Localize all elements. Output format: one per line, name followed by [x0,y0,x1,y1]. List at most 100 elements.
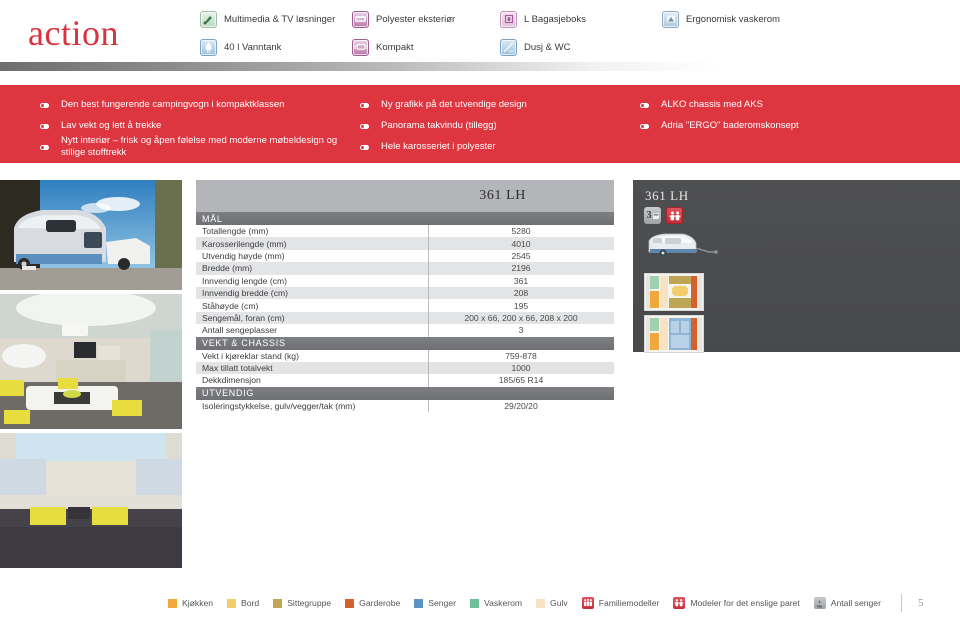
spec-value: 200 x 66, 200 x 66, 208 x 200 [464,312,578,323]
spec-value: 2545 [511,250,531,261]
header-feature-multimedia: Multimedia & TV løsninger [200,10,352,28]
svg-text:WC: WC [509,49,515,53]
spec-value: 3 [518,325,524,336]
header-feature-label: Kompakt [376,41,414,53]
spec-key: Max tillatt totalvekt [202,363,273,374]
bullet-marker-icon [640,102,649,108]
page-separator [900,594,902,612]
shower-wc-icon: WC [500,38,517,56]
header-feature-label: Polyester eksteriør [376,13,456,25]
header-feature-luggage: L Bagasjeboks [500,10,662,28]
highlight-item: Lav vekt og lett å trekke [40,115,350,136]
legend-bar: Kjøkken Bord Sittegruppe Garderobe Senge… [0,592,960,614]
caravan-silhouette-icon [643,230,723,260]
header-feature-washroom: Ergonomisk vaskerom [662,10,862,28]
table-row: Innvendig bredde (cm) 208 [196,286,614,300]
spec-key: Innvendig lengde (cm) [202,275,288,286]
spec-table: 361 LH MÅL Totallengde (mm) 5280 Karosse… [196,180,614,413]
legend-swatch [469,598,479,608]
highlight-label: Den best fungerende campingvogn i kompak… [61,98,285,110]
table-row: Ståhøyde (cm) 195 [196,299,614,312]
legend-swatch [227,598,237,608]
header-divider [0,62,960,71]
spec-value: 2196 [511,263,531,274]
highlight-label: Nytt interiør – frisk og åpen følelse me… [61,135,338,158]
brochure-page: action Multimedia & TV løsninger GFK Pol… [0,0,960,620]
legend-item-bed-count: 4 No Antall senger [813,597,881,609]
table-row: Innvendig lengde (cm) 361 [196,274,614,287]
floorplan-model-title: 361 LH [645,188,689,203]
spec-key: Ståhøyde (cm) [202,300,259,311]
highlight-item: Hele karosseriet i polyester [360,136,630,158]
spec-section-header: MÅL [196,212,614,225]
legend-label: Vaskerom [483,598,523,608]
table-row: Sengemål, foran (cm) 200 x 66, 200 x 66,… [196,311,614,325]
legend-label: Garderobe [359,598,401,608]
spec-value: 5280 [511,226,531,237]
gfk-polyester-icon: GFK [352,10,369,28]
photo-column [0,180,182,568]
spec-key: Karosserilengde (mm) [202,238,287,249]
spec-key: Bredde (mm) [202,263,253,274]
legend-item-washroom: Vaskerom [469,598,523,608]
header-feature-label: 40 l Vanntank [224,41,282,53]
spec-section-header: VEKT & CHASSIS [196,336,614,350]
header-feature-label: Ergonomisk vaskerom [686,13,780,25]
highlight-label: Ny grafikk på det utvendige design [381,98,527,110]
svg-text:GFK: GFK [356,17,365,22]
highlight-item: Panorama takvindu (tillegg) [360,115,630,136]
highlight-label: Adria "ERGO" baderomskonsept [661,119,799,131]
highlight-label: Panorama takvindu (tillegg) [381,119,497,131]
floorplan-panel: 361 LH 3 [633,180,960,353]
table-row: Antall sengeplasser 3 [196,324,614,337]
highlight-item: ALKO chassis med AKS [640,94,940,115]
exterior-caravan-photo [0,180,182,290]
legend-label: Kjøkken [182,598,214,608]
spec-table-model-header: 361 LH [196,180,614,212]
floorplan-day-layout [644,273,704,311]
washroom-icon [662,10,679,28]
spec-key: Dekkdimensjon [202,375,261,386]
table-row: Utvendig høyde (mm) 2545 [196,249,614,263]
page-number: 5 [917,597,924,609]
interior-bedroom-photo [0,433,182,568]
legend-label: Sittegruppe [287,598,332,608]
highlights-list: Den best fungerende campingvogn i kompak… [40,94,930,158]
bullet-marker-icon [360,145,369,150]
spec-value: 208 [513,288,529,299]
highlight-label: Lav vekt og lett å trekke [61,119,162,131]
table-row: Vekt i kjøreklar stand (kg) 759-878 [196,349,614,362]
legend-item-table: Bord [227,598,259,608]
bullet-marker-icon [40,123,49,129]
spec-value: 195 [513,300,529,311]
legend-label: Senger [428,598,456,608]
highlight-label: ALKO chassis med AKS [661,98,763,110]
couple-model-badge [666,207,683,224]
header-feature-list: Multimedia & TV løsninger GFK Polyester … [200,5,960,61]
legend-item-kitchen: Kjøkken [168,598,213,608]
bullet-marker-icon [640,123,649,129]
legend-item-couple-models: Modeler for det enslige paret [673,597,800,609]
header-feature-watertank: 40 40 l Vanntank [200,38,352,56]
table-row: Max tillatt totalvekt 1000 [196,361,614,375]
bullet-marker-icon [40,145,49,150]
svg-text:No: No [817,604,823,608]
luggage-box-icon [500,10,517,28]
spec-key: Innvendig bredde (cm) [202,288,288,299]
legend-label: Modeler for det enslige paret [690,598,800,608]
spec-key: Utvendig høyde (mm) [202,250,285,261]
spec-key: Sengemål, foran (cm) [202,312,285,323]
highlight-item: Nytt interiør – frisk og åpen følelse me… [40,135,350,158]
header-feature-showerwc: WC Dusj & WC [500,38,662,56]
bed-count-badge: 3 [644,207,661,224]
table-row: Bredde (mm) 2196 [196,262,614,275]
compact-caravan-icon [352,38,369,56]
family-models-icon [581,597,594,609]
spec-value: 4010 [511,238,531,249]
legend-swatch [273,598,283,608]
model-badges: 3 [644,207,683,224]
bullet-marker-icon [360,102,369,108]
highlight-label: Hele karosseriet i polyester [381,141,496,153]
spec-key: Isoleringstykkelse, gulv/vegger/tak (mm) [202,400,356,411]
legend-item-family-models: Familiemodeller [581,597,659,609]
